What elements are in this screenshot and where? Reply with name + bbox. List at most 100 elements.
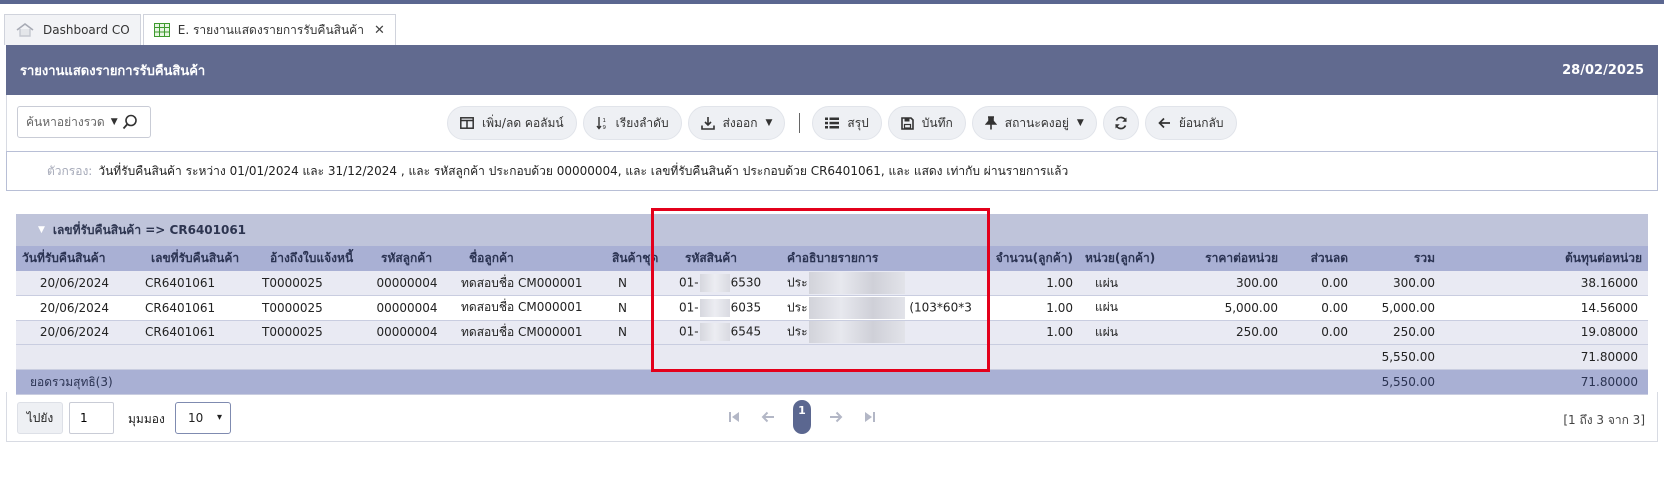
cell-customer-code: 00000004	[365, 320, 449, 345]
cell-description: ประ	[767, 320, 972, 345]
last-page-icon[interactable]	[853, 400, 887, 434]
tab-label: Dashboard CO	[43, 23, 130, 37]
cell-discount: 0.00	[1284, 295, 1354, 321]
chevron-down-icon[interactable]: ▼	[38, 225, 45, 235]
cell-set: N	[594, 295, 659, 321]
table-row[interactable]: 20/06/2024 CR6401061 T0000025 00000004 ท…	[16, 271, 1648, 296]
cell-price: 250.00	[1177, 320, 1284, 345]
button-label: เพิ่ม/ลด คอลัมน์	[482, 115, 564, 130]
subtotal-total: 5,550.00	[1354, 344, 1441, 370]
grand-total-label: ยอดรวมสุทธิ(3)	[16, 369, 1354, 395]
column-header[interactable]: รหัสสินค้า	[659, 246, 767, 271]
cell-doc: CR6401061	[133, 295, 250, 321]
column-header[interactable]: สินค้าชุด	[594, 246, 659, 271]
column-header[interactable]: วันที่รับคืนสินค้า	[16, 246, 133, 271]
grand-total-total: 5,550.00	[1354, 369, 1441, 395]
arrow-left-icon	[1158, 117, 1171, 129]
group-header[interactable]: ▼ เลขที่รับคืนสินค้า => CR6401061	[16, 214, 1648, 246]
column-header[interactable]: หน่วย(ลูกค้า)	[1079, 246, 1177, 271]
page-size-select[interactable]: 10 ▾	[175, 402, 231, 434]
chevron-down-icon[interactable]: ▼	[111, 117, 118, 127]
refresh-button[interactable]	[1102, 106, 1139, 140]
cell-customer-name: ทดสอบชื่อ CM000001	[449, 320, 594, 345]
cell-doc: CR6401061	[133, 271, 250, 296]
button-label: สรุป	[847, 115, 869, 130]
cell-discount: 0.00	[1284, 320, 1354, 345]
save-button[interactable]: บันทึก	[887, 106, 966, 140]
pin-icon	[984, 116, 997, 130]
page-number-input[interactable]	[69, 402, 114, 434]
svg-text:9: 9	[602, 125, 606, 130]
column-header[interactable]: ชื่อลูกค้า	[449, 246, 594, 271]
table-row[interactable]: 20/06/2024 CR6401061 T0000025 00000004 ท…	[16, 320, 1648, 345]
table-row[interactable]: 20/06/2024 CR6401061 T0000025 00000004 ท…	[16, 295, 1648, 321]
cell-price: 5,000.00	[1177, 295, 1284, 321]
pin-state-button[interactable]: สถานะคงอยู่ ▼	[971, 106, 1097, 140]
report-table: วันที่รับคืนสินค้า เลขที่รับคืนสินค้า อ้…	[16, 246, 1648, 395]
toolbar-divider	[799, 113, 801, 133]
column-header[interactable]: เลขที่รับคืนสินค้า	[133, 246, 250, 271]
cell-qty: 1.00	[972, 320, 1079, 345]
cell-customer-name: ทดสอบชื่อ CM000001	[449, 271, 594, 296]
cell-product-code: 01- 6035	[659, 295, 767, 321]
home-icon	[15, 22, 35, 38]
first-page-icon[interactable]	[717, 400, 751, 434]
redacted-block	[699, 323, 730, 342]
next-page-icon[interactable]	[819, 400, 853, 434]
tab-bar: Dashboard CO E. รายงานแสดงรายการรับคืนสิ…	[4, 14, 398, 45]
tab-return-report[interactable]: E. รายงานแสดงรายการรับคืนสินค้า ✕	[142, 14, 396, 45]
add-remove-columns-button[interactable]: เพิ่ม/ลด คอลัมน์	[447, 106, 577, 140]
page-header: รายงานแสดงรายการรับคืนสินค้า 28/02/2025	[6, 45, 1658, 95]
svg-text:1: 1	[602, 118, 606, 124]
export-button[interactable]: ส่งออก ▼	[687, 106, 786, 140]
button-label: เรียงลำดับ	[615, 115, 669, 130]
tab-dashboard[interactable]: Dashboard CO	[4, 14, 141, 45]
cell-customer-name: ทดสอบชื่อ CM000001	[449, 295, 594, 321]
search-input[interactable]: ค้นหาอย่างรวด	[26, 113, 105, 132]
column-header[interactable]: ส่วนลด	[1284, 246, 1354, 271]
column-header[interactable]: จำนวน(ลูกค้า)	[972, 246, 1079, 271]
cell-description: ประ	[767, 271, 972, 296]
back-button[interactable]: ย้อนกลับ	[1144, 106, 1237, 140]
cell-customer-code: 00000004	[365, 271, 449, 296]
column-header[interactable]: อ้างถึงใบแจ้งหนี้	[250, 246, 365, 271]
subtotal-cost: 71.80000	[1441, 344, 1648, 370]
sort-button[interactable]: 19 เรียงลำดับ	[582, 106, 682, 140]
cell-total: 300.00	[1354, 271, 1441, 296]
column-header[interactable]: รหัสลูกค้า	[365, 246, 449, 271]
current-page[interactable]: 1	[793, 400, 811, 434]
cell-discount: 0.00	[1284, 271, 1354, 296]
download-icon	[700, 116, 715, 130]
summary-button[interactable]: สรุป	[812, 106, 882, 140]
grand-total-cost: 71.80000	[1441, 369, 1648, 395]
cell-cost: 19.08000	[1441, 320, 1648, 345]
goto-button[interactable]: ไปยัง	[17, 402, 63, 434]
cell-qty: 1.00	[972, 295, 1079, 321]
button-label: สถานะคงอยู่	[1004, 115, 1069, 130]
column-header[interactable]: รวม	[1354, 246, 1441, 271]
prev-page-icon[interactable]	[751, 400, 785, 434]
redacted-block	[699, 274, 730, 292]
search-icon[interactable]	[122, 114, 138, 130]
cell-unit: แผ่น	[1079, 295, 1177, 321]
cell-total: 5,000.00	[1354, 295, 1441, 321]
column-header[interactable]: ราคาต่อหน่วย	[1177, 246, 1284, 271]
chevron-down-icon: ▾	[216, 412, 222, 423]
cell-unit: แผ่น	[1079, 271, 1177, 296]
column-header[interactable]: ต้นทุนต่อหน่วย	[1441, 246, 1648, 271]
refresh-icon	[1114, 116, 1128, 130]
filter-summary: ตัวกรอง: วันที่รับคืนสินค้า ระหว่าง 01/0…	[6, 151, 1658, 191]
quick-search[interactable]: ค้นหาอย่างรวด ▼	[17, 106, 151, 138]
redacted-block	[808, 296, 905, 319]
column-header[interactable]: คำอธิบายรายการ	[767, 246, 972, 271]
button-label: ส่งออก	[722, 115, 758, 130]
pagination-bar: ไปยัง มุมมอง 10 ▾ 1 [1 ถึง 3 จาก 3]	[6, 392, 1658, 442]
cell-invoice: T0000025	[250, 295, 365, 321]
redacted-block	[808, 321, 905, 344]
header-date: 28/02/2025	[1562, 62, 1644, 78]
close-icon[interactable]: ✕	[374, 23, 385, 38]
cell-set: N	[594, 271, 659, 296]
view-label: มุมมอง	[128, 412, 165, 426]
cell-customer-code: 00000004	[365, 295, 449, 321]
columns-icon	[460, 117, 474, 129]
